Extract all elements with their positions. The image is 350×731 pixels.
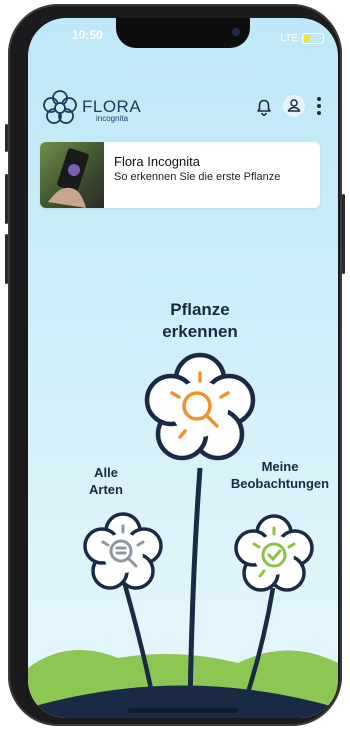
status-right: LTE <box>280 28 324 48</box>
mute-switch <box>5 124 8 152</box>
notch <box>116 18 250 48</box>
network-label: LTE <box>280 32 298 44</box>
identify-flower[interactable] <box>144 352 256 461</box>
home-indicator[interactable] <box>128 708 238 713</box>
volume-up-button <box>5 174 8 224</box>
identify-label-line2: erkennen <box>162 322 238 341</box>
identify-label-line1: Pflanze <box>170 300 230 319</box>
phone-frame: 10:50 LTE FLORA incognita Flora Incognit… <box>5 4 345 726</box>
app-screen: 10:50 LTE FLORA incognita Flora Incognit… <box>28 18 338 718</box>
volume-down-button <box>5 234 8 284</box>
observations-label[interactable]: Meine Beobachtungen <box>224 458 336 492</box>
power-button <box>342 194 345 274</box>
status-time: 10:50 <box>72 28 103 42</box>
observations-label-line1: Meine <box>261 459 299 474</box>
flower-scene <box>28 352 338 718</box>
species-flower[interactable] <box>83 512 163 590</box>
species-label[interactable]: Alle Arten <box>66 464 146 498</box>
observations-flower[interactable] <box>234 514 314 592</box>
observations-label-line2: Beobachtungen <box>230 476 330 491</box>
species-label-line1: Alle <box>94 465 118 480</box>
species-label-line2: Arten <box>89 482 123 497</box>
identify-label[interactable]: Pflanze erkennen <box>128 299 272 343</box>
battery-icon <box>302 32 324 44</box>
